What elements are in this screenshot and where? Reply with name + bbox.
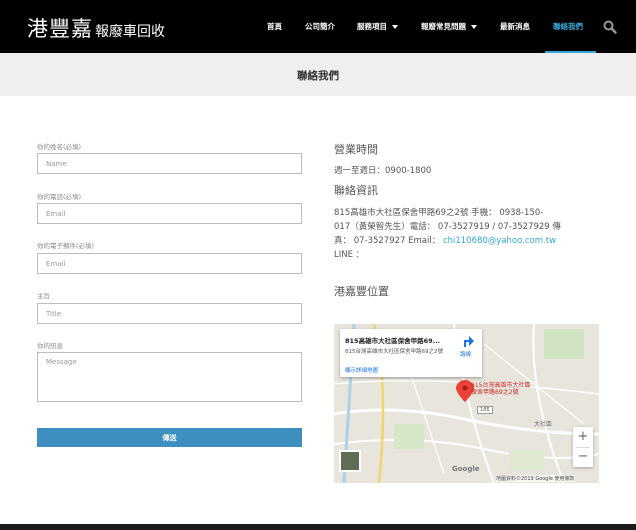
directions-icon[interactable] (460, 335, 478, 349)
map-attribution: 地圖資料©2019 Google 使用條款 (496, 475, 575, 482)
name-label: 你的姓名(必填) (37, 143, 82, 151)
email-input[interactable] (37, 253, 302, 274)
map-zoom-control: + − (573, 427, 593, 467)
footer-strip (0, 524, 636, 530)
map-card-title: 815高雄市大社區保舍甲路69... (345, 337, 441, 345)
map-card-address: 815台灣高雄市大社區保舍甲路69之2號 (345, 349, 443, 355)
zoom-in-button[interactable]: + (573, 427, 593, 447)
search-icon[interactable] (603, 19, 617, 34)
subject-label: 主旨 (37, 292, 50, 300)
phone-input[interactable] (37, 203, 302, 224)
nav-contact[interactable]: 聯絡我們 (553, 21, 583, 32)
subject-input[interactable] (37, 303, 302, 324)
nav-news[interactable]: 最新消息 (500, 21, 530, 32)
chevron-down-icon (392, 25, 398, 29)
name-input[interactable] (37, 153, 302, 174)
phone-label: 你的電話(必填) (37, 193, 82, 201)
page-title-bar: 聯絡我們 (0, 53, 636, 96)
nav-faq[interactable]: 報廢常見問題 (421, 21, 477, 32)
site-header: 港豐嘉 報廢車回收 首頁 公司簡介 服務項目 報廢常見問題 最新消息 聯絡我們 (0, 0, 636, 53)
email-link[interactable]: chi110680@yahoo.com.tw (443, 236, 556, 246)
embedded-map[interactable]: 815高雄市大社區保舍甲路69... 815台灣高雄市大社區保舍甲路69之2號 … (334, 324, 599, 483)
contact-line: LINE ： (334, 250, 365, 260)
message-textarea[interactable] (37, 352, 302, 402)
hours-heading: 營業時間 (334, 143, 378, 156)
contact-text: 815高雄市大社區保舍甲路69之2號 手機： 0938-150- 017（黃榮智… (334, 206, 604, 262)
message-label: 你的訊息 (37, 342, 63, 350)
hours-text: 週一至週日：0900-1800 (334, 166, 432, 176)
zoom-out-button[interactable]: − (573, 447, 593, 467)
page-title: 聯絡我們 (297, 70, 339, 82)
contact-heading: 聯絡資訊 (334, 184, 378, 197)
nav-services[interactable]: 服務項目 (357, 21, 398, 32)
submit-button[interactable]: 傳送 (37, 428, 302, 447)
map-pin-label: 815台灣高雄市大社區 保舍甲路69之2號 (471, 382, 531, 396)
contact-line: 815高雄市大社區保舍甲路69之2號 手機： 0938-150- (334, 208, 544, 218)
satellite-toggle-thumbnail[interactable] (339, 450, 361, 472)
view-larger-map-link[interactable]: 顯示詳細地圖 (345, 366, 378, 374)
google-logo: Google (452, 465, 480, 473)
road-number-badge: 186 (477, 406, 493, 414)
contact-line: 017（黃榮智先生）電話： 07-3527919 / 07-3527929 傳 (334, 222, 561, 232)
email-label: 你的電子郵件(必填) (37, 242, 95, 250)
nav-home[interactable]: 首頁 (267, 21, 282, 32)
map-place-label: 大社區 (534, 421, 553, 428)
location-heading: 港嘉豐位置 (334, 285, 389, 298)
contact-line: 真： 07-3527927 Email： chi110680@yahoo.com… (334, 236, 557, 246)
directions-label[interactable]: 路線 (460, 350, 471, 358)
main-nav: 首頁 公司簡介 服務項目 報廢常見問題 最新消息 聯絡我們 (0, 0, 636, 53)
chevron-down-icon (471, 25, 477, 29)
nav-about[interactable]: 公司簡介 (305, 21, 335, 32)
map-info-card: 815高雄市大社區保舍甲路69... 815台灣高雄市大社區保舍甲路69之2號 … (340, 329, 482, 377)
